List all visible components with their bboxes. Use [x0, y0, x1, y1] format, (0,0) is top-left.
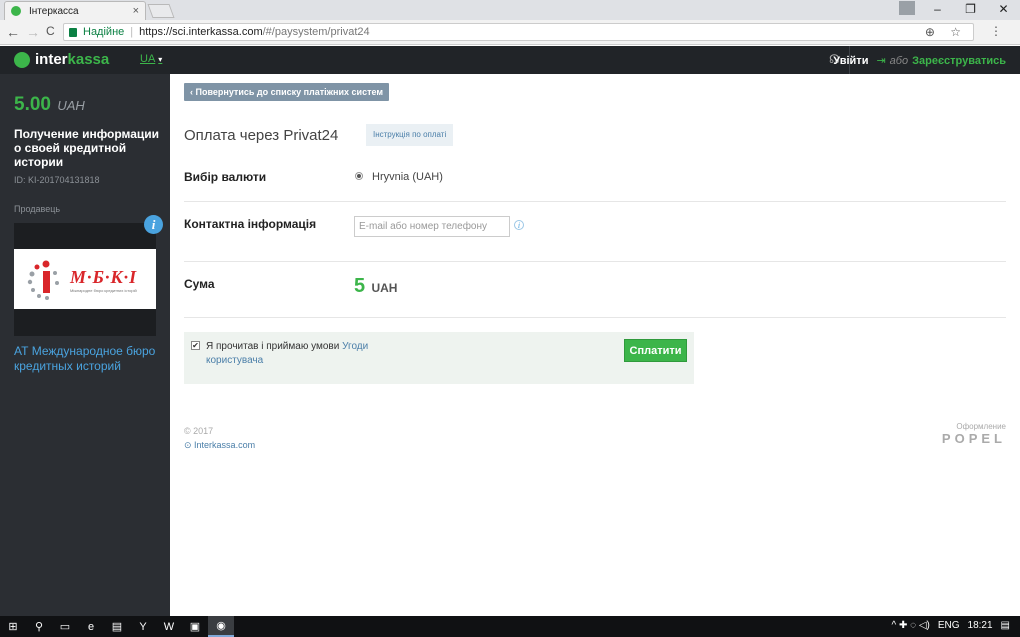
footer-logo-icon: ⊙	[184, 440, 195, 450]
seller-logo-panel: М·Б·К·І Міжнародне бюро кредитних історі…	[14, 249, 156, 309]
input-language[interactable]: ENG	[938, 620, 960, 631]
seller-logo: М·Б·К·І Міжнародне бюро кредитних історі…	[14, 223, 156, 336]
logo-text-inter: inter	[35, 51, 68, 68]
maximize-button[interactable]: ❐	[954, 0, 987, 20]
browser-toolbar: ← → C Надійне | https://sci.interkassa.c…	[0, 20, 1020, 45]
sum-currency: UAH	[371, 281, 398, 295]
start-icon[interactable]: ⊞	[0, 620, 26, 633]
agreement-panel: ✔ Я прочитав і приймаю умови Угоди корис…	[184, 332, 694, 384]
register-link[interactable]: Зареєструватись	[912, 55, 1006, 67]
page-title: Оплата через Privat24	[184, 127, 339, 144]
interkassa-logo[interactable]: inter kassa	[14, 51, 109, 68]
url-path: /#/paysystem/privat24	[262, 26, 370, 38]
notifications-icon[interactable]: ▤	[1001, 620, 1010, 631]
word-icon[interactable]: W	[156, 621, 182, 633]
order-title: Получение информации о своей кредитной и…	[14, 127, 160, 169]
secure-label: Надійне	[83, 26, 125, 38]
designer-credit[interactable]: Оформление POPEL	[942, 422, 1006, 446]
agree-text: Я прочитав і приймаю умови Угоди користу…	[206, 340, 406, 368]
seller-logo-subtitle: Міжнародне бюро кредитних історій	[70, 288, 137, 293]
divider	[184, 201, 1006, 202]
photos-icon[interactable]: ▣	[182, 620, 208, 633]
browser-tabstrip: Інтеркасса × – ❐ ✕	[0, 0, 1020, 20]
lock-icon	[69, 27, 77, 37]
payment-instruction-button[interactable]: Інструкція по оплаті	[366, 124, 454, 146]
order-id: ID: KI-201704131818	[14, 175, 100, 185]
tab-title: Інтеркасса	[29, 5, 79, 17]
url-host: https://sci.interkassa.com	[139, 26, 263, 38]
contact-input[interactable]	[354, 216, 510, 237]
copyright: © 2017	[184, 426, 214, 436]
window-controls: – ❐ ✕	[921, 0, 1020, 20]
translate-star-icons[interactable]: ⊕ ☆	[925, 25, 967, 39]
system-tray: ^ ✚ ◌ ◁) ENG 18:21 ▤	[883, 620, 1010, 631]
currency-radio[interactable]	[355, 172, 363, 180]
address-separator: |	[130, 26, 134, 38]
back-to-list-button[interactable]: ‹ Повернутись до списку платіжних систем	[184, 83, 390, 101]
minimize-button[interactable]: –	[921, 0, 954, 20]
search-icon[interactable]: ⚲	[26, 620, 52, 633]
taskbar-icons: ⊞ ⚲ ▭ e ▤ Y W ▣ ◉	[0, 616, 234, 637]
divider	[184, 317, 1006, 318]
sum-label: Сума	[184, 277, 215, 291]
designer-label: Оформление	[956, 422, 1006, 431]
interkassa-favicon-icon	[11, 6, 21, 16]
auth-links: Увійти ⇥ або Зареєструватись	[833, 54, 1006, 68]
contact-label: Контактна інформація	[184, 217, 317, 231]
language-label: UA	[140, 53, 156, 65]
sum-value: 5	[354, 275, 366, 297]
login-icon: ⇥	[876, 55, 886, 67]
forward-arrow-icon[interactable]: →	[26, 24, 40, 40]
file-explorer-icon[interactable]: ▤	[104, 620, 130, 633]
close-window-button[interactable]: ✕	[987, 0, 1020, 20]
menu-icon[interactable]: ⋮	[990, 24, 1012, 38]
divider	[184, 261, 1006, 262]
logo-mark-icon	[14, 51, 30, 68]
amount-currency: UAH	[57, 98, 85, 113]
or-label: або	[889, 54, 909, 67]
info-icon[interactable]: i	[144, 215, 163, 234]
amount-value: 5.00	[14, 94, 51, 115]
seller-label: Продавець	[14, 204, 61, 214]
seller-name-link[interactable]: АТ Международное бюро кредитных историй	[14, 344, 164, 374]
back-arrow-icon[interactable]: ←	[6, 24, 20, 40]
currency-option-label[interactable]: Hryvnia (UAH)	[372, 171, 443, 183]
new-tab-button[interactable]	[147, 4, 175, 18]
tray-icons[interactable]: ^ ✚ ◌ ◁)	[891, 620, 929, 631]
language-selector[interactable]: UA ▾	[140, 53, 162, 65]
pay-button[interactable]: Сплатити	[624, 339, 687, 362]
login-link[interactable]: Увійти	[833, 55, 868, 67]
site-header: inter kassa UA ▾ ☊ Увійти ⇥ або Зареєстру…	[0, 46, 1020, 74]
windows-taskbar: ⊞ ⚲ ▭ e ▤ Y W ▣ ◉ ^ ✚ ◌ ◁) ENG 18:21 ▤	[0, 616, 1020, 637]
yandex-icon[interactable]: Y	[130, 621, 156, 633]
close-tab-icon[interactable]: ×	[133, 5, 139, 17]
profile-icon[interactable]	[899, 1, 915, 15]
interkassa-footer-link[interactable]: ⊙ Interkassa.com	[184, 440, 255, 451]
sum-amount: 5 UAH	[354, 275, 397, 298]
address-bar[interactable]: Надійне | https://sci.interkassa.com /#/…	[63, 23, 974, 41]
task-view-icon[interactable]: ▭	[52, 620, 78, 633]
seller-logo-text: М·Б·К·І	[70, 267, 138, 287]
footer-link-label: Interkassa.com	[194, 440, 256, 450]
browser-tab[interactable]: Інтеркасса ×	[4, 1, 146, 20]
logo-text-kassa: kassa	[67, 51, 110, 68]
clock[interactable]: 18:21	[968, 620, 993, 631]
payment-main: ‹ Повернутись до списку платіжних систем…	[170, 74, 1020, 616]
edge-icon[interactable]: e	[78, 621, 104, 633]
agree-label: Я прочитав і приймаю умови	[206, 341, 340, 352]
designer-name: POPEL	[941, 431, 1006, 446]
chrome-icon[interactable]: ◉	[208, 616, 234, 637]
agree-checkbox[interactable]: ✔	[191, 341, 200, 350]
order-sidebar: 5.00 UAH Получение информации о своей кр…	[0, 74, 170, 616]
mbki-dots-icon	[27, 260, 59, 300]
order-amount: 5.00 UAH	[14, 94, 85, 116]
currency-label: Вибір валюти	[184, 170, 267, 184]
reload-icon[interactable]: C	[46, 24, 55, 38]
contact-info-icon[interactable]: i	[514, 220, 524, 230]
chevron-down-icon: ▾	[158, 55, 163, 64]
